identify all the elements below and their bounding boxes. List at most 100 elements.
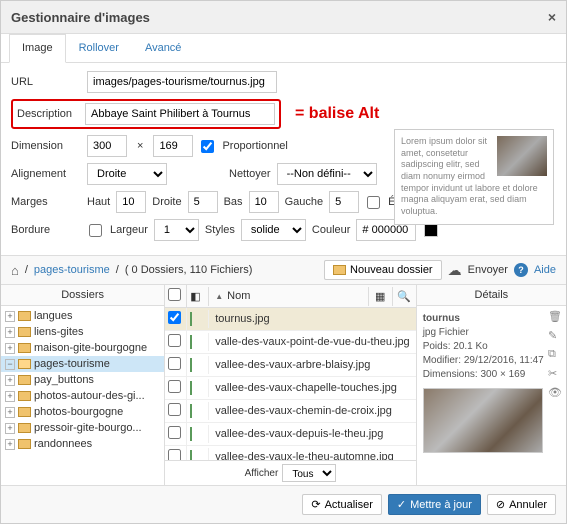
expand-icon[interactable]: + [5, 343, 15, 354]
border-style-select[interactable]: solide [241, 219, 306, 241]
details-header: Détails [417, 285, 566, 306]
tree-item[interactable]: +pressoir-gite-bourgo... [1, 420, 164, 436]
upload-icon[interactable]: ☁ [448, 262, 462, 279]
tree-item[interactable]: − pages-tourisme [1, 356, 164, 372]
breadcrumb-sep: / [25, 264, 28, 276]
select-all-checkbox[interactable] [168, 288, 181, 301]
image-file-icon [190, 404, 192, 418]
file-list[interactable]: tournus.jpgvalle-des-vaux-point-de-vue-d… [165, 308, 415, 460]
margin-right-label: Droite [152, 196, 181, 208]
color-swatch[interactable] [424, 223, 438, 237]
file-checkbox[interactable] [168, 357, 181, 370]
duplicate-icon[interactable]: ⧉ [548, 348, 562, 361]
dialog-title: Gestionnaire d'images [11, 10, 150, 25]
url-input[interactable] [87, 71, 277, 93]
tree-item[interactable]: +liens-gites [1, 324, 164, 340]
detail-actions: 🗑 ✎ ⧉ ✂ 👁 [548, 310, 562, 399]
clean-select[interactable]: --Non défini-- [277, 163, 377, 185]
file-checkbox[interactable] [168, 334, 181, 347]
show-select[interactable]: Tous [282, 464, 336, 482]
tab-advanced[interactable]: Avancé [132, 34, 195, 62]
file-checkbox[interactable] [168, 426, 181, 439]
tab-image[interactable]: Image [9, 34, 66, 63]
view-icon[interactable]: 👁 [548, 386, 562, 399]
times-symbol: × [133, 140, 147, 152]
tree-item[interactable]: +maison-gite-bourgogne [1, 340, 164, 356]
folder-name: langues [34, 310, 73, 322]
tab-rollover[interactable]: Rollover [66, 34, 132, 62]
file-checkbox[interactable] [168, 380, 181, 393]
detail-size-label: Poids: [423, 341, 451, 352]
name-column-header[interactable]: Nom [227, 290, 250, 302]
upload-label[interactable]: Envoyer [468, 264, 508, 276]
tree-item[interactable]: + pay_buttons [1, 372, 164, 388]
refresh-label: Actualiser [325, 499, 373, 511]
border-width-select[interactable]: 1 [154, 219, 199, 241]
close-icon[interactable]: × [548, 9, 556, 25]
expand-icon[interactable]: + [5, 439, 15, 450]
tree-item[interactable]: +randonnees [1, 436, 164, 452]
tree-item[interactable]: +photos-bourgogne [1, 404, 164, 420]
file-row[interactable]: vallee-des-vaux-chapelle-touches.jpg [165, 377, 415, 400]
help-label[interactable]: Aide [534, 264, 556, 276]
border-enable-checkbox[interactable] [89, 224, 102, 237]
expand-icon[interactable]: − [5, 359, 15, 370]
height-input[interactable] [153, 135, 193, 157]
cancel-button[interactable]: ⊘ Annuler [487, 494, 556, 515]
update-label: Mettre à jour [410, 499, 472, 511]
file-row[interactable]: valle-des-vaux-point-de-vue-du-theu.jpg [165, 331, 415, 354]
detail-thumbnail [423, 388, 543, 453]
tree-item[interactable]: +photos-autour-des-gi... [1, 388, 164, 404]
folder-name: pay_buttons [34, 374, 94, 386]
expand-icon[interactable]: + [5, 311, 15, 322]
file-checkbox[interactable] [168, 311, 181, 324]
tree-item[interactable]: + langues [1, 308, 164, 324]
file-list-footer: Afficher Tous [165, 460, 415, 485]
margin-top-label: Haut [87, 196, 110, 208]
show-label: Afficher [245, 468, 279, 479]
grid-view-icon[interactable]: ▦ [368, 287, 392, 306]
equal-margins-checkbox[interactable] [367, 196, 380, 209]
expand-icon[interactable]: + [5, 391, 15, 402]
refresh-button[interactable]: ⟳ Actualiser [302, 494, 382, 515]
new-folder-label: Nouveau dossier [350, 264, 433, 276]
alignment-select[interactable]: Droite [87, 163, 167, 185]
margin-left-input[interactable] [329, 191, 359, 213]
detail-title: tournus [423, 313, 460, 324]
margin-right-input[interactable] [188, 191, 218, 213]
titlebar: Gestionnaire d'images × [1, 1, 566, 34]
file-row[interactable]: vallee-des-vaux-arbre-blaisy.jpg [165, 354, 415, 377]
margin-top-input[interactable] [116, 191, 146, 213]
file-row[interactable]: vallee-des-vaux-chemin-de-croix.jpg [165, 400, 415, 423]
width-input[interactable] [87, 135, 127, 157]
folder-tree[interactable]: + langues +liens-gites+maison-gite-bourgog… [1, 306, 164, 485]
search-icon[interactable]: 🔍 [392, 287, 416, 306]
image-file-icon [190, 358, 192, 372]
folder-name: pages-tourisme [34, 358, 110, 370]
expand-icon[interactable]: + [5, 423, 15, 434]
proportional-label: Proportionnel [222, 140, 287, 152]
edit-icon[interactable]: ✎ [548, 329, 562, 342]
file-checkbox[interactable] [168, 403, 181, 416]
help-icon[interactable]: ? [514, 263, 528, 277]
file-checkbox[interactable] [168, 449, 181, 460]
sort-arrow-icon[interactable]: ▲ [215, 292, 223, 301]
expand-icon[interactable]: + [5, 375, 15, 386]
margin-bottom-input[interactable] [249, 191, 279, 213]
delete-icon[interactable]: 🗑 [548, 310, 562, 323]
alt-annotation: = balise Alt [295, 105, 379, 123]
description-input[interactable] [85, 103, 275, 125]
file-row[interactable]: vallee-des-vaux-depuis-le-theu.jpg [165, 423, 415, 446]
folders-header: Dossiers [1, 285, 164, 306]
breadcrumb-folder[interactable]: pages-tourisme [34, 264, 110, 276]
link-icon[interactable]: ✂ [548, 367, 562, 380]
expand-icon[interactable]: + [5, 407, 15, 418]
expand-icon[interactable]: + [5, 327, 15, 338]
proportional-checkbox[interactable] [201, 140, 214, 153]
file-row[interactable]: vallee-des-vaux-le-theu-automne.jpg [165, 446, 415, 460]
new-folder-button[interactable]: Nouveau dossier [324, 260, 442, 280]
detail-type: jpg Fichier [423, 327, 469, 338]
update-button[interactable]: ✓ Mettre à jour [388, 494, 481, 515]
home-icon[interactable]: ⌂ [11, 263, 19, 278]
file-row[interactable]: tournus.jpg [165, 308, 415, 331]
